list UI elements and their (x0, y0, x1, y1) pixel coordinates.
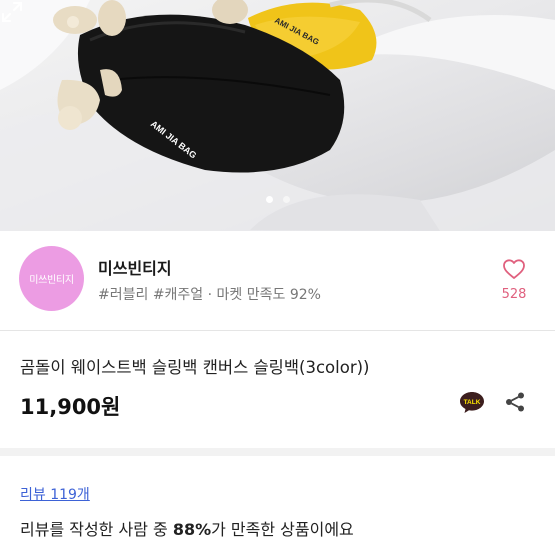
shop-tags: #러블리 #캐주얼 · 마켓 만족도 92% (98, 287, 321, 303)
expand-icon[interactable] (0, 0, 24, 24)
review-count-link[interactable]: 리뷰 119개 (20, 484, 90, 504)
carousel-dot[interactable] (282, 196, 290, 203)
like-count: 528 (501, 287, 527, 302)
review-summary-prefix: 리뷰를 작성한 사람 중 (20, 520, 173, 539)
kakao-talk-icon[interactable]: TALK (459, 390, 485, 414)
shop-avatar[interactable]: 미쓰빈티지 (19, 246, 84, 311)
review-summary: 리뷰를 작성한 사람 중 88%가 만족한 상품이에요 (20, 516, 354, 540)
share-icon[interactable] (504, 391, 526, 413)
review-summary-suffix: 가 만족한 상품이에요 (211, 520, 354, 539)
section-divider (0, 448, 555, 456)
product-photo-carousel[interactable]: AMI JIA BAG AMI JIA BAG (0, 0, 555, 231)
carousel-dot-active[interactable] (265, 196, 273, 203)
heart-outline-icon[interactable] (502, 257, 526, 281)
product-price: 11,900원 (20, 395, 121, 419)
divider (0, 330, 555, 331)
product-title: 곰돌이 웨이스트백 슬링백 캔버스 슬링백(3color)) (20, 358, 370, 377)
review-summary-percent: 88% (172, 520, 212, 539)
shop-info-row[interactable]: 미쓰빈티지 미쓰빈티지 #러블리 #캐주얼 · 마켓 만족도 92% 528 (0, 232, 555, 330)
shop-name[interactable]: 미쓰빈티지 (98, 255, 172, 279)
kakao-talk-label: TALK (464, 399, 481, 406)
carousel-indicator (0, 196, 555, 203)
